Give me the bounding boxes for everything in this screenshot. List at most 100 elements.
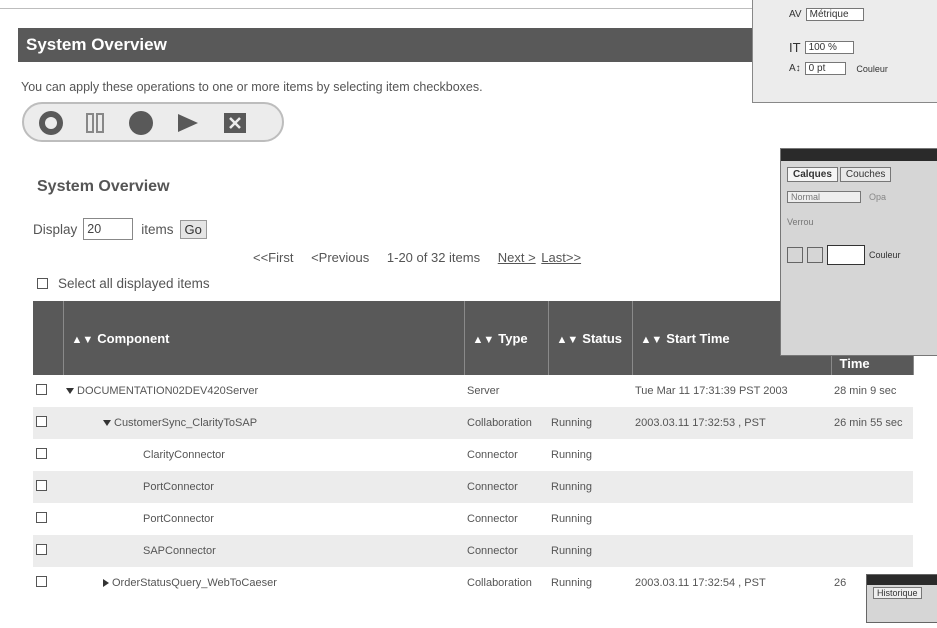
table-row[interactable]: ClarityConnector Connector Running (33, 439, 913, 471)
component-name: ClarityConnector (143, 449, 225, 461)
type-cell: Connector (464, 471, 548, 503)
overview-panel: System Overview Display items Go <<First… (33, 168, 914, 628)
expanded-icon[interactable] (66, 388, 74, 395)
items-per-page-input[interactable] (83, 218, 134, 240)
history-palette: Historique (866, 574, 937, 623)
select-all-label: Select all displayed items (58, 276, 210, 291)
status-cell (548, 375, 632, 407)
layer-name: Couleur (869, 250, 901, 260)
sort-icon: ▲▼ (556, 333, 579, 346)
expanded-icon[interactable] (103, 420, 111, 427)
table-row[interactable]: DOCUMENTATION02DEV420Server Server Tue M… (33, 375, 913, 407)
start-button[interactable] (36, 109, 66, 136)
row-checkbox[interactable] (36, 384, 47, 395)
type-cell: Server (467, 385, 500, 397)
row-checkbox[interactable] (36, 544, 47, 555)
display-row: Display items Go (33, 218, 207, 240)
type-cell: Connector (467, 449, 518, 461)
start-time-cell (632, 439, 831, 471)
type-cell: Connector (467, 513, 518, 525)
opacity-label: Opa (869, 192, 887, 202)
header-component[interactable]: ▲▼ Component (63, 301, 465, 375)
previous-link[interactable]: <Previous (311, 250, 369, 265)
elapsed-cell (831, 439, 913, 471)
status-cell: Running (551, 513, 592, 525)
layers-palette: Calques Couches Normal Opa Verrou Couleu… (780, 148, 937, 356)
select-all-row: Select all displayed items (33, 276, 210, 291)
eye-icon[interactable] (787, 247, 803, 263)
baseline-icon: A↕ (789, 63, 801, 74)
palette-titlebar (781, 149, 937, 161)
table-row[interactable]: CustomerSync_ClarityToSAP Collaboration … (33, 407, 913, 439)
close-icon (224, 112, 246, 133)
pause-button[interactable] (80, 109, 110, 136)
sort-icon: ▲▼ (472, 333, 495, 346)
tab-channels[interactable]: Couches (839, 167, 892, 182)
next-link[interactable]: Next > (498, 250, 536, 265)
baseline-input[interactable]: 0 pt (804, 62, 847, 75)
pause-icon (86, 112, 104, 133)
type-cell: Collaboration (467, 577, 532, 589)
status-cell: Running (551, 449, 592, 461)
start-time-cell (632, 535, 831, 567)
start-time-cell: Tue Mar 11 17:31:39 PST 2003 (635, 385, 788, 397)
first-link[interactable]: <<First (253, 250, 293, 265)
status-cell: Running (548, 535, 632, 567)
resume-button[interactable] (172, 109, 202, 136)
tracking-select[interactable]: Métrique (805, 8, 864, 21)
component-name: CustomerSync_ClarityToSAP (114, 417, 258, 429)
stop-icon (129, 110, 153, 135)
status-cell: Running (548, 407, 632, 439)
sort-icon: ▲▼ (71, 333, 94, 346)
tab-history[interactable]: Historique (873, 587, 922, 599)
go-button[interactable]: Go (179, 219, 207, 239)
blend-mode-select[interactable]: Normal (787, 191, 862, 203)
start-time-cell: 2003.03.11 17:32:54 , PST (635, 577, 766, 589)
tracking-icon: AV (789, 9, 802, 20)
brush-icon[interactable] (807, 247, 823, 263)
start-time-cell (632, 503, 831, 535)
operations-toolbar (22, 102, 284, 142)
start-icon (39, 110, 63, 135)
table-row[interactable]: SAPConnector Connector Running (33, 535, 913, 567)
table-row[interactable]: PortConnector Connector Running (33, 503, 913, 535)
last-link[interactable]: Last>> (541, 250, 581, 265)
items-label: items (141, 221, 174, 237)
color-label: Couleur (856, 63, 888, 74)
close-button[interactable] (220, 109, 250, 136)
display-label: Display (33, 221, 78, 237)
scale-input[interactable]: 100 % (804, 41, 854, 54)
row-checkbox[interactable] (36, 480, 47, 491)
header-status[interactable]: ▲▼ Status (548, 301, 633, 375)
table-row[interactable]: OrderStatusQuery_WebToCaeser Collaborati… (33, 567, 913, 599)
component-name: PortConnector (63, 471, 464, 503)
tab-layers[interactable]: Calques (787, 167, 838, 182)
component-name: DOCUMENTATION02DEV420Server (77, 385, 259, 397)
type-cell: Connector (464, 535, 548, 567)
panel-title: System Overview (37, 178, 170, 195)
header-type[interactable]: ▲▼ Type (464, 301, 549, 375)
scale-icon: IT (789, 40, 801, 55)
row-checkbox[interactable] (36, 448, 47, 459)
stop-button[interactable] (126, 109, 156, 136)
row-checkbox[interactable] (36, 576, 47, 587)
row-checkbox[interactable] (36, 512, 47, 523)
elapsed-cell (831, 503, 913, 535)
table-row[interactable]: PortConnector Connector Running (33, 471, 913, 503)
layer-thumbnail (827, 245, 865, 265)
pager: <<First <Previous 1-20 of 32 items Next … (253, 250, 583, 265)
character-palette: AV Métrique IT 100 % A↕ 0 pt Couleur (752, 0, 937, 103)
play-icon (178, 113, 198, 132)
sort-icon: ▲▼ (640, 333, 663, 346)
elapsed-cell (831, 535, 913, 567)
select-all-checkbox[interactable] (37, 278, 48, 289)
page-range: 1-20 of 32 items (386, 250, 481, 265)
row-checkbox[interactable] (36, 416, 47, 427)
page-title: System Overview (18, 28, 778, 62)
component-name: SAPConnector (63, 535, 464, 567)
palette-titlebar (867, 575, 937, 585)
lock-label: Verrou (787, 217, 814, 227)
collapsed-icon[interactable] (103, 579, 109, 588)
type-cell: Collaboration (464, 407, 548, 439)
component-name: OrderStatusQuery_WebToCaeser (112, 577, 277, 589)
